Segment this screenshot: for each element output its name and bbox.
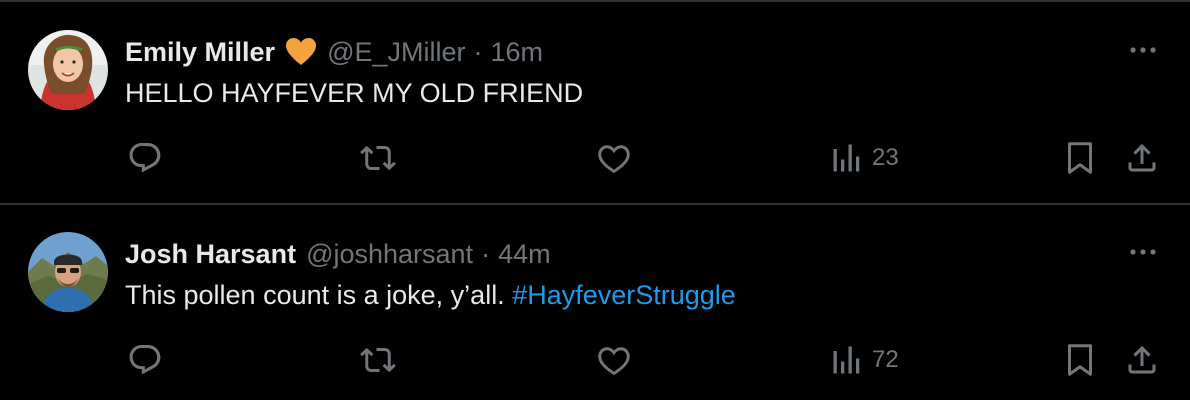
avatar[interactable] [28, 232, 108, 312]
bookmark-button[interactable] [1064, 340, 1096, 380]
tweet-actions: 72 [0, 340, 1190, 380]
more-icon[interactable] [1128, 242, 1158, 262]
tweet-header: Emily Miller @E_JMiller · 16m [125, 34, 543, 70]
bookmark-button[interactable] [1064, 138, 1096, 178]
tweet-text: This pollen count is a joke, y’all. #Hay… [125, 280, 736, 311]
share-button[interactable] [1124, 340, 1160, 380]
display-name[interactable]: Josh Harsant [125, 239, 296, 270]
views-icon [833, 144, 860, 172]
heart-icon [598, 347, 630, 376]
tweet[interactable]: Emily Miller @E_JMiller · 16m HELLO HAYF… [0, 4, 1190, 200]
tweet-body: This pollen count is a joke, y’all. [125, 280, 513, 310]
top-divider [0, 0, 1190, 2]
share-icon [1128, 143, 1156, 172]
reply-icon [129, 345, 161, 375]
like-button[interactable] [596, 138, 632, 178]
tweet-header: Josh Harsant @joshharsant · 44m [125, 236, 551, 272]
bookmark-icon [1068, 344, 1092, 376]
bookmark-icon [1068, 142, 1092, 174]
tweet-actions: 23 [0, 138, 1190, 178]
hashtag-link[interactable]: #HayfeverStruggle [512, 280, 736, 310]
views-icon [833, 346, 860, 374]
more-icon[interactable] [1128, 40, 1158, 60]
retweet-icon [360, 347, 396, 373]
reply-icon [129, 143, 161, 173]
like-button[interactable] [596, 340, 632, 380]
tweet-divider [0, 203, 1190, 205]
user-handle[interactable]: @E_JMiller [327, 37, 465, 68]
reply-button[interactable] [127, 138, 163, 178]
share-button[interactable] [1124, 138, 1160, 178]
separator: · [481, 238, 491, 269]
avatar[interactable] [28, 30, 108, 110]
share-icon [1128, 345, 1156, 374]
tweet[interactable]: Josh Harsant @joshharsant · 44m This pol… [0, 206, 1190, 400]
timeline-feed: Emily Miller @E_JMiller · 16m HELLO HAYF… [0, 0, 1190, 400]
user-handle[interactable]: @joshharsant [306, 239, 473, 270]
tweet-text: HELLO HAYFEVER MY OLD FRIEND [125, 78, 583, 109]
heart-icon [598, 145, 630, 174]
timestamp[interactable]: 44m [498, 239, 551, 270]
retweet-button[interactable] [360, 138, 396, 178]
reply-button[interactable] [127, 340, 163, 380]
heart-badge-icon[interactable] [285, 37, 317, 67]
display-name[interactable]: Emily Miller [125, 37, 275, 68]
view-count: 23 [872, 144, 899, 171]
retweet-icon [360, 145, 396, 171]
tweet-body: HELLO HAYFEVER MY OLD FRIEND [125, 78, 584, 108]
retweet-button[interactable] [360, 340, 396, 380]
separator: · [473, 36, 483, 67]
timestamp[interactable]: 16m [491, 37, 544, 68]
view-count: 72 [872, 346, 899, 373]
views-button[interactable]: 72 [832, 340, 899, 380]
views-button[interactable]: 23 [832, 138, 899, 178]
